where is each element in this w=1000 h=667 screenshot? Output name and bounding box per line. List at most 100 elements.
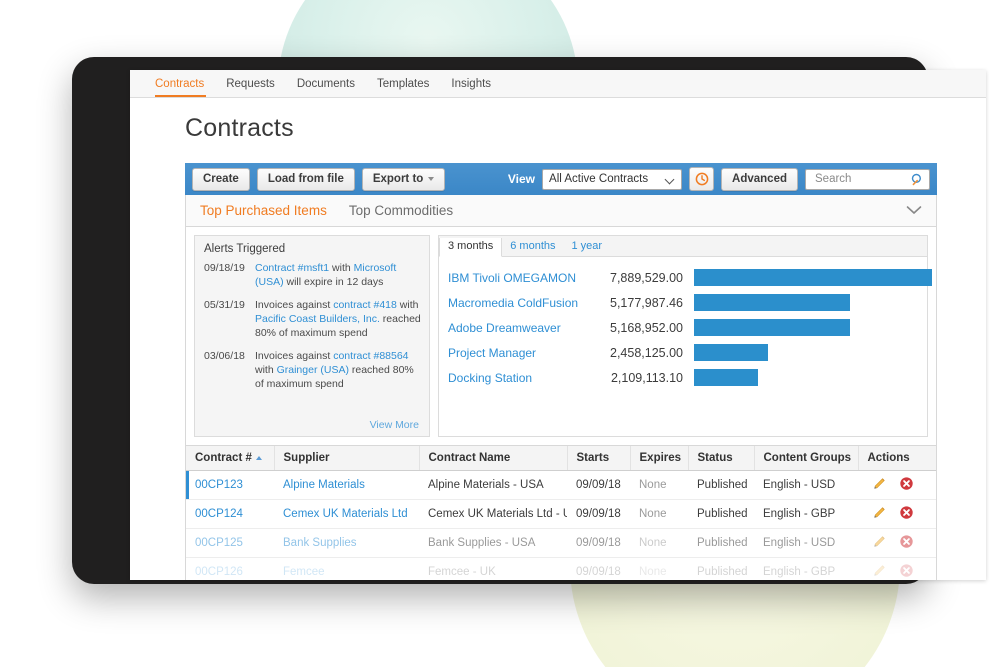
sort-ascending-icon — [255, 456, 262, 460]
alert-link[interactable]: Pacific Coast Builders, Inc. — [255, 313, 380, 325]
cell-starts: 09/09/18 — [567, 499, 630, 529]
chart-bar-track — [694, 319, 917, 336]
top-purchased-items-chart: 3 months 6 months 1 year IBM Tivoli OMEG… — [438, 235, 932, 437]
column-label: Content Groups — [763, 452, 852, 464]
chart-bar-row: Adobe Dreamweaver 5,168,952.00 — [448, 315, 917, 340]
edit-icon[interactable] — [872, 505, 887, 523]
search-box[interactable] — [805, 168, 930, 190]
nav-tab-label: Requests — [226, 77, 275, 90]
cell-contract-number[interactable]: 00CP124 — [186, 499, 274, 529]
search-input[interactable] — [813, 172, 911, 186]
widget-collapse-button[interactable] — [906, 202, 922, 220]
edit-icon[interactable] — [872, 476, 887, 494]
create-button[interactable]: Create — [192, 167, 250, 191]
view-select-value: All Active Contracts — [549, 173, 649, 185]
edit-icon[interactable] — [872, 534, 887, 552]
cell-supplier[interactable]: Bank Supplies — [274, 528, 419, 558]
nav-tab-label: Templates — [376, 77, 430, 90]
cell-supplier[interactable]: Cemex UK Materials Ltd — [274, 499, 419, 529]
delete-icon[interactable] — [899, 476, 914, 494]
delete-icon[interactable] — [899, 563, 914, 580]
search-icon[interactable] — [911, 173, 924, 186]
nav-tab-templates[interactable]: Templates — [366, 70, 440, 97]
alert-item: 03/06/18 Invoices against contract #88564… — [204, 349, 421, 391]
edit-icon[interactable] — [872, 563, 887, 580]
cell-contract-number[interactable]: 00CP123 — [186, 470, 274, 500]
load-from-file-button[interactable]: Load from file — [256, 167, 355, 191]
alert-date: 09/18/19 — [204, 262, 245, 274]
column-header-contract-number[interactable]: Contract # — [186, 446, 275, 471]
alert-text-fragment: Invoices against — [255, 299, 334, 311]
alerts-list: 09/18/19 Contract #msft1 with Microsoft (… — [204, 261, 421, 400]
advanced-button-label: Advanced — [732, 173, 787, 185]
table-row[interactable]: 00CP125 Bank Supplies Bank Supplies - USA 0… — [186, 528, 936, 558]
alert-date: 05/31/19 — [204, 299, 245, 311]
cell-supplier[interactable]: Femcee — [274, 557, 419, 580]
column-label: Contract # — [195, 452, 252, 464]
cell-starts: 09/09/18 — [567, 557, 630, 580]
alert-link[interactable]: Grainger (USA) — [277, 364, 349, 376]
column-header-contract-name[interactable]: Contract Name — [419, 446, 568, 471]
history-button[interactable] — [689, 167, 715, 191]
nav-tab-documents[interactable]: Documents — [286, 70, 366, 97]
cell-status: Published — [688, 499, 754, 529]
column-label: Expires — [639, 452, 682, 464]
range-tab-6-months[interactable]: 6 months — [502, 238, 563, 256]
alert-link[interactable]: contract #418 — [333, 299, 397, 311]
nav-tab-insights[interactable]: Insights — [440, 70, 502, 97]
content-area: Create Load from file Export to View All… — [185, 163, 937, 580]
nav-tab-label: Contracts — [155, 77, 205, 90]
contracts-table: Contract # Supplier Contract Name Starts… — [185, 446, 937, 580]
cell-content-group: English - USD — [754, 528, 858, 558]
nav-tab-requests[interactable]: Requests — [215, 70, 286, 97]
advanced-button[interactable]: Advanced — [721, 167, 798, 191]
delete-icon[interactable] — [899, 534, 914, 552]
chart-category-label[interactable]: IBM Tivoli OMEGAMON — [448, 271, 598, 285]
tab-top-purchased-items[interactable]: Top Purchased Items — [200, 203, 327, 218]
alert-text-fragment: with — [255, 364, 277, 376]
cell-status: Published — [688, 470, 754, 500]
delete-icon[interactable] — [899, 505, 914, 523]
cell-expires: None — [630, 499, 688, 529]
view-select[interactable]: All Active Contracts — [542, 168, 683, 190]
cell-contract-number[interactable]: 00CP125 — [186, 528, 274, 558]
view-more-link[interactable]: View More — [204, 419, 421, 436]
page-title: Contracts — [185, 114, 294, 142]
toolbar-right-group: View All Active Contracts Advanced — [508, 167, 930, 191]
chevron-down-icon — [666, 175, 675, 184]
table-row[interactable]: 00CP124 Cemex UK Materials Ltd Cemex UK Ma… — [186, 499, 936, 529]
export-to-button[interactable]: Export to — [361, 167, 446, 191]
alert-item: 09/18/19 Contract #msft1 with Microsoft (… — [204, 261, 421, 289]
range-tab-3-months[interactable]: 3 months — [439, 238, 503, 257]
column-header-expires[interactable]: Expires — [630, 446, 689, 471]
chart-category-label[interactable]: Adobe Dreamweaver — [448, 321, 598, 335]
nav-tab-contracts[interactable]: Contracts — [150, 70, 215, 97]
clock-icon — [695, 172, 708, 186]
load-from-file-label: Load from file — [267, 173, 344, 185]
column-header-supplier[interactable]: Supplier — [274, 446, 420, 471]
column-label: Contract Name — [428, 452, 511, 464]
column-header-status[interactable]: Status — [688, 446, 755, 471]
table-row[interactable]: 00CP126 Femcee Femcee - UK 09/09/18 None Publ… — [186, 557, 936, 580]
cell-contract-name: Bank Supplies - USA — [419, 528, 567, 558]
chart-bar-track — [694, 369, 917, 386]
cell-supplier[interactable]: Alpine Materials — [274, 470, 419, 500]
cell-contract-name: Cemex UK Materials Ltd - UK — [419, 499, 567, 529]
cell-expires: None — [630, 528, 688, 558]
column-label: Starts — [576, 452, 610, 464]
alerts-title: Alerts Triggered — [204, 243, 286, 255]
alert-link[interactable]: contract #88564 — [333, 350, 408, 362]
range-tab-1-year[interactable]: 1 year — [564, 238, 611, 256]
column-header-content-groups[interactable]: Content Groups — [754, 446, 859, 471]
alert-link[interactable]: Contract #msft1 — [255, 262, 329, 274]
tab-top-commodities[interactable]: Top Commodities — [349, 203, 453, 218]
chart-category-label[interactable]: Project Manager — [448, 346, 598, 360]
column-header-starts[interactable]: Starts — [567, 446, 631, 471]
cell-content-group: English - USD — [754, 470, 858, 500]
chart-category-label[interactable]: Macromedia ColdFusion — [448, 296, 598, 310]
table-row[interactable]: 00CP123 Alpine Materials Alpine Materials … — [186, 470, 936, 500]
cell-contract-number[interactable]: 00CP126 — [186, 557, 274, 580]
chart-bar-row: Macromedia ColdFusion 5,177,987.46 — [448, 290, 917, 315]
cell-actions — [858, 470, 936, 500]
chart-category-label[interactable]: Docking Station — [448, 371, 598, 385]
